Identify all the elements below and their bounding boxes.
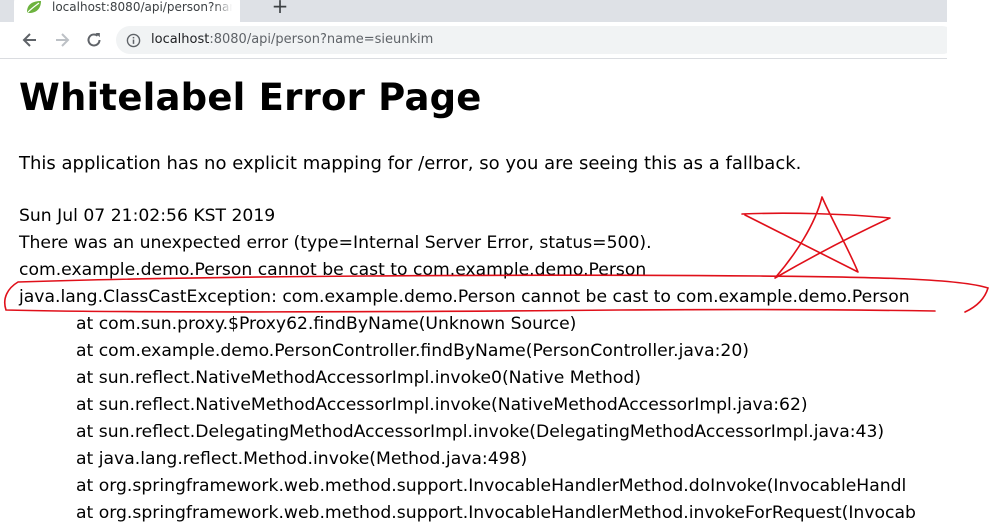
address-bar[interactable]: localhost:8080/api/person?name=sieunkim	[116, 26, 947, 54]
stack-trace-line: at org.springframework.web.method.suppor…	[76, 503, 916, 523]
tab-strip: localhost:8080/api/person?name=sieunkim …	[0, 0, 947, 22]
reload-icon[interactable]	[84, 30, 104, 50]
stack-trace-line: at com.example.demo.PersonController.fin…	[76, 341, 750, 361]
active-tab[interactable]: localhost:8080/api/person?name=sieunkim	[14, 0, 240, 22]
url-host: localhost	[151, 32, 210, 47]
error-summary: There was an unexpected error (type=Inte…	[19, 233, 652, 253]
url-path: :8080/api/person?name=sieunkim	[209, 32, 434, 47]
stack-trace-line: at java.lang.reflect.Method.invoke(Metho…	[76, 449, 528, 469]
fallback-message: This application has no explicit mapping…	[19, 153, 802, 174]
tab-title: localhost:8080/api/person?name=sieunkim	[52, 0, 232, 14]
browser-toolbar: localhost:8080/api/person?name=sieunkim	[0, 22, 947, 59]
page-title: Whitelabel Error Page	[19, 76, 482, 119]
tab-title-fade	[214, 0, 240, 22]
info-icon[interactable]	[126, 33, 141, 48]
exception-line: java.lang.ClassCastException: com.exampl…	[19, 287, 910, 307]
spring-leaf-icon	[27, 1, 41, 13]
error-timestamp: Sun Jul 07 21:02:56 KST 2019	[19, 206, 276, 226]
error-message: com.example.demo.Person cannot be cast t…	[19, 260, 647, 280]
stack-trace-line: at com.sun.proxy.$Proxy62.findByName(Unk…	[76, 314, 577, 334]
error-details: Sun Jul 07 21:02:56 KST 2019 There was a…	[19, 203, 916, 527]
back-arrow-icon[interactable]	[20, 30, 40, 50]
url-text: localhost:8080/api/person?name=sieunkim	[151, 32, 433, 47]
stack-trace-line: at sun.reflect.DelegatingMethodAccessorI…	[76, 422, 885, 442]
new-tab-button[interactable]: +	[268, 0, 292, 20]
stack-trace-line: at sun.reflect.NativeMethodAccessorImpl.…	[76, 395, 808, 415]
stack-trace-line: at sun.reflect.NativeMethodAccessorImpl.…	[76, 368, 641, 388]
outside-window-area	[947, 0, 994, 531]
browser-window: localhost:8080/api/person?name=sieunkim …	[0, 0, 947, 531]
stack-trace-line: at org.springframework.web.method.suppor…	[76, 476, 907, 496]
forward-arrow-icon[interactable]	[52, 30, 72, 50]
